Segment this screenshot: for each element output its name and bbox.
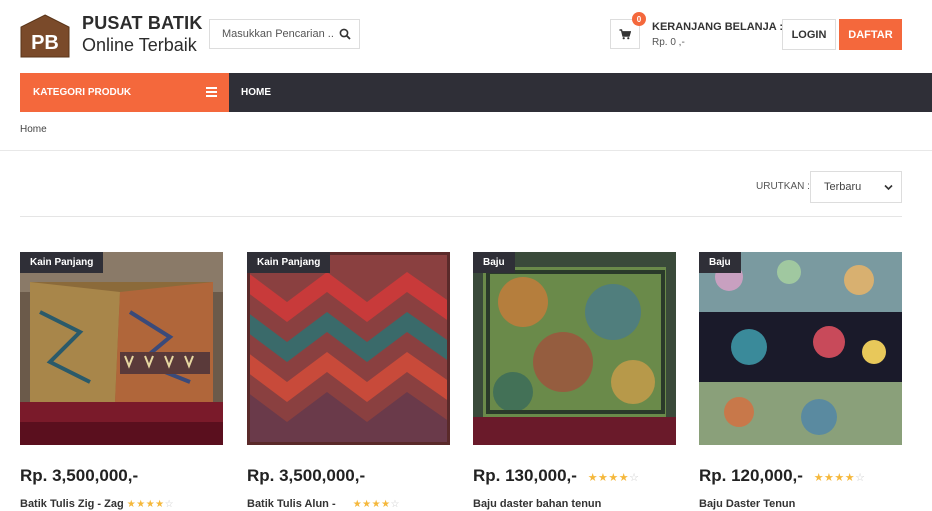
product-name[interactable]: Baju Daster Tenun <box>699 498 795 510</box>
search-icon <box>339 28 351 40</box>
product-name-text: Batik Tulis Zig - Zag <box>20 498 124 510</box>
login-button[interactable]: LOGIN <box>782 19 836 50</box>
product-card[interactable]: Baju Rp. 130,000,- ★★★★☆ Baju daster bah… <box>473 252 676 510</box>
product-photo <box>247 252 450 445</box>
product-price-value: Rp. 3,500,000,- <box>20 466 139 485</box>
product-price-value: Rp. 120,000,- <box>699 466 803 485</box>
product-category-tag: Kain Panjang <box>20 252 104 273</box>
chevron-down-icon <box>884 184 893 191</box>
product-name[interactable]: Baju daster bahan tenun <box>473 498 601 510</box>
product-image[interactable]: Kain Panjang <box>20 252 223 445</box>
product-category-tag: Baju <box>699 252 741 273</box>
product-price: Rp. 3,500,000,- <box>247 466 365 486</box>
search-input[interactable] <box>210 20 336 48</box>
category-menu-button[interactable]: KATEGORI PRODUK <box>20 73 229 112</box>
product-card[interactable]: Baju Rp. 120,000,- ★★★★☆ Baju Daster Ten… <box>699 252 902 510</box>
product-photo <box>699 252 902 445</box>
divider <box>20 216 902 217</box>
cart-count-badge: 0 <box>632 12 646 26</box>
rating-stars: ★★★★☆ <box>813 472 866 484</box>
product-name-text: Baju Daster Tenun <box>699 498 796 510</box>
product-card[interactable]: Kain Panjang Rp. 3,500,000,- Batik Tulis… <box>247 252 450 510</box>
product-price: Rp. 3,500,000,- <box>20 466 138 486</box>
register-button[interactable]: DAFTAR <box>839 19 902 50</box>
product-category-tag: Kain Panjang <box>247 252 331 273</box>
header: PB PUSAT BATIK Online Terbaik 0 KERANJAN… <box>0 0 932 73</box>
nav-home-link[interactable]: HOME <box>241 73 271 112</box>
list-icon <box>206 87 217 97</box>
product-category-tag: Baju <box>473 252 515 273</box>
product-card[interactable]: Kain Panjang Rp. 3,500,000,- Batik Tulis… <box>20 252 223 510</box>
breadcrumb-home[interactable]: Home <box>20 124 47 135</box>
search-button[interactable] <box>335 24 355 44</box>
product-photo <box>473 252 676 445</box>
product-image[interactable]: Kain Panjang <box>247 252 450 445</box>
cart-icon <box>619 28 631 39</box>
product-image[interactable]: Baju <box>699 252 902 445</box>
product-name[interactable]: Batik Tulis Zig - Zag ★★★★☆ <box>20 498 174 510</box>
product-price-value: Rp. 130,000,- <box>473 466 577 485</box>
brand-subtitle: Online Terbaik <box>82 35 197 55</box>
product-price-value: Rp. 3,500,000,- <box>247 466 366 485</box>
sort-select[interactable]: Terbaru <box>810 171 902 203</box>
product-name-text: Batik Tulis Alun - <box>247 498 336 510</box>
search-box <box>209 19 360 49</box>
product-name-text: Baju daster bahan tenun <box>473 498 602 510</box>
rating-stars: ★★★★☆ <box>352 499 401 510</box>
category-menu-label: KATEGORI PRODUK <box>33 87 132 98</box>
logo-text: PB <box>31 32 59 54</box>
logo[interactable]: PB <box>20 14 70 58</box>
rating-stars: ★★★★☆ <box>126 499 175 510</box>
sort-selected-value: Terbaru <box>824 181 862 193</box>
product-photo <box>20 252 223 445</box>
cart-total: Rp. 0 ,- <box>652 37 685 48</box>
rating-stars: ★★★★☆ <box>587 472 640 484</box>
product-image[interactable]: Baju <box>473 252 676 445</box>
divider <box>0 150 932 151</box>
main-navbar: KATEGORI PRODUK HOME <box>20 73 932 112</box>
product-name[interactable]: Batik Tulis Alun - ★★★★☆ <box>247 498 400 510</box>
sort-label: URUTKAN : <box>756 181 810 192</box>
cart-title: KERANJANG BELANJA : <box>652 21 783 33</box>
product-price: Rp. 130,000,- ★★★★☆ <box>473 466 640 486</box>
product-price: Rp. 120,000,- ★★★★☆ <box>699 466 866 486</box>
brand-title: PUSAT BATIK <box>82 13 203 33</box>
logo-icon: PB <box>20 14 70 58</box>
